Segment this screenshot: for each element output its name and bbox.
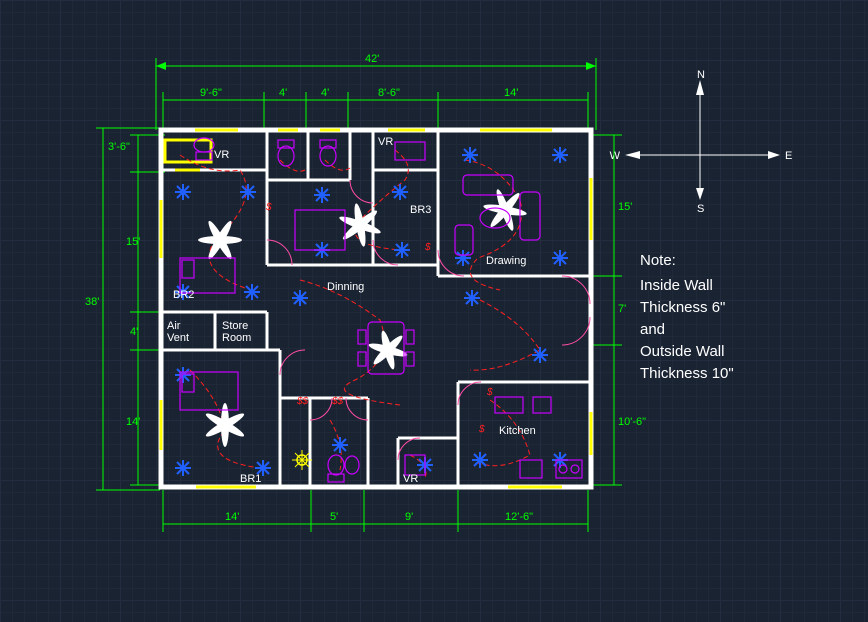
dim-top-total: 42' [365,53,379,65]
dim-left-c: 4' [130,326,138,338]
dim-top-3: 4' [321,87,329,99]
svg-text:$: $ [478,424,485,435]
door-arcs [267,180,590,460]
dim-left-a: 3'-6" [108,141,130,153]
dim-left-total: 38' [85,296,99,308]
dim-top-overall: 42' [156,53,596,130]
room-br2: BR2 [173,289,194,301]
dim-right-b: 7' [618,303,626,315]
compass-n: N [697,69,705,81]
note-block: Note: Inside Wall Thickness 6" and Outsi… [640,252,734,382]
room-airvent-1: Air [167,320,181,332]
dim-bot-1: 14' [225,511,239,523]
note-l2: Thickness 6" [640,299,725,316]
dim-bot-4: 12'-6" [505,511,533,523]
room-airvent-2: Vent [167,332,189,344]
dim-right: 15' 7' 10'-6" [590,135,646,485]
note-l1: Inside Wall [640,277,713,294]
dim-right-c: 10'-6" [618,416,646,428]
room-br3: BR3 [410,204,431,216]
dim-left-d: 14' [126,416,140,428]
svg-text:$$: $$ [331,396,344,407]
note-l5: Thickness 10" [640,365,734,382]
dim-bot-2: 5' [330,511,338,523]
svg-text:$: $ [486,387,493,398]
dim-top-2: 4' [279,87,287,99]
room-br1: BR1 [240,473,261,485]
room-vr2: VR [378,136,393,148]
compass-e: E [785,150,792,162]
room-store-1: Store [222,320,248,332]
svg-text:$: $ [265,202,272,213]
ceiling-fans [198,188,527,447]
room-store-2: Room [222,332,251,344]
dim-top-1: 9'-6" [200,87,222,99]
room-vr1: VR [214,149,229,161]
dim-bottom: 14' 5' 9' 12'-6" [163,490,588,532]
dim-left-overall: 38' [85,128,160,490]
svg-text:$: $ [424,242,431,253]
room-vr3: VR [403,473,418,485]
dim-top-segments: 9'-6" 4' 4' 8'-6" 14' [163,87,588,130]
dim-bot-3: 9' [405,511,413,523]
dim-right-a: 15' [618,201,632,213]
note-l3: and [640,321,665,338]
dim-top-5: 14' [504,87,518,99]
note-heading: Note: [640,252,676,269]
room-drawing: Drawing [486,255,526,267]
dim-left-inner: 3'-6" 15' 4' 14' [108,135,165,485]
compass-w: W [610,150,621,162]
dim-left-b: 15' [126,236,140,248]
room-dinning: Dinning [327,281,364,293]
compass-s: S [697,203,704,215]
note-l4: Outside Wall [640,343,724,360]
floorplan-canvas: N S W E Note: Inside Wall Thickness 6" a… [0,0,868,622]
dim-top-4: 8'-6" [378,87,400,99]
room-kitchen: Kitchen [499,425,536,437]
svg-text:$$: $$ [296,396,309,407]
compass-rose: N S W E [610,69,793,215]
